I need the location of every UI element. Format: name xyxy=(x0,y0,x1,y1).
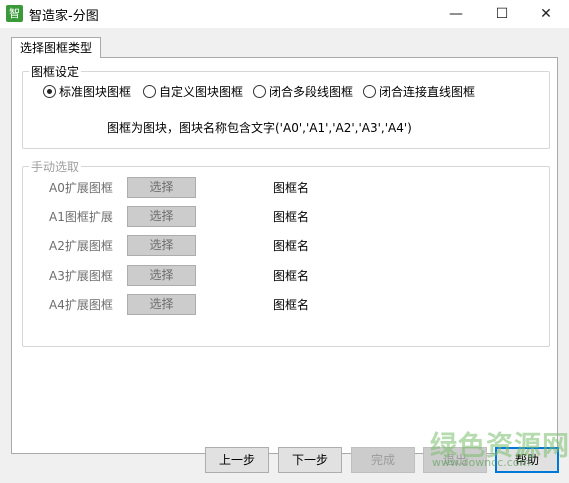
a3-frame-name: 图框名 xyxy=(273,269,310,283)
radio-indicator[interactable] xyxy=(363,84,376,98)
exit-button[interactable]: 退出 xyxy=(423,447,487,473)
frame-hint-text: 图框为图块，图块名称包含文字('A0','A1','A2','A3','A4') xyxy=(107,121,412,135)
a3-frame-label: A3扩展图框 xyxy=(49,269,113,283)
close-button[interactable]: ✕ xyxy=(523,0,569,28)
radio-indicator[interactable] xyxy=(253,84,266,98)
a1-frame-label: A1图框扩展 xyxy=(49,210,113,224)
manual-pick-legend: 手动选取 xyxy=(29,158,82,175)
a4-select-button[interactable]: 选择 xyxy=(127,294,196,315)
window-title: 智造家-分图 xyxy=(29,9,99,24)
a4-frame-label: A4扩展图框 xyxy=(49,298,113,312)
radio-label: 自定义图块图框 xyxy=(159,84,244,99)
manual-pick-group: 手动选取 A0扩展图框 选择 图框名 A1图框扩展 选择 图框名 A2扩展图框 … xyxy=(22,158,550,347)
radio-standard-block-frame[interactable]: 标准图块图框 xyxy=(43,82,131,100)
help-button[interactable]: 帮助 xyxy=(495,447,559,473)
prev-button[interactable]: 上一步 xyxy=(205,447,269,473)
radio-indicator[interactable] xyxy=(143,84,156,98)
a3-select-button[interactable]: 选择 xyxy=(127,265,196,286)
frame-settings-group: 图框设定 标准图块图框 自定义图块图框 闭合多段线图框 闭合连接直线图框 图框为… xyxy=(22,63,550,149)
a1-select-button[interactable]: 选择 xyxy=(127,206,196,227)
app-icon: 智 xyxy=(6,5,23,22)
a1-frame-name: 图框名 xyxy=(273,210,310,224)
radio-custom-block-frame[interactable]: 自定义图块图框 xyxy=(143,82,243,100)
radio-closed-polyline-frame[interactable]: 闭合多段线图框 xyxy=(253,82,353,100)
a2-select-button[interactable]: 选择 xyxy=(127,235,196,256)
tab-panel: 图框设定 标准图块图框 自定义图块图框 闭合多段线图框 闭合连接直线图框 图框为… xyxy=(11,57,558,454)
radio-indicator[interactable] xyxy=(43,84,56,98)
maximize-button[interactable]: ☐ xyxy=(479,0,525,28)
radio-label: 标准图块图框 xyxy=(59,84,132,99)
next-button[interactable]: 下一步 xyxy=(278,447,342,473)
a0-frame-name: 图框名 xyxy=(273,181,310,195)
a2-frame-label: A2扩展图框 xyxy=(49,239,113,253)
a0-frame-label: A0扩展图框 xyxy=(49,181,113,195)
minimize-button[interactable]: — xyxy=(433,0,479,28)
frame-settings-legend: 图框设定 xyxy=(29,63,82,80)
radio-label: 闭合连接直线图框 xyxy=(379,84,476,99)
finish-button[interactable]: 完成 xyxy=(351,447,415,473)
radio-closed-line-frame[interactable]: 闭合连接直线图框 xyxy=(363,82,475,100)
tab-select-frame-type[interactable]: 选择图框类型 xyxy=(11,37,102,58)
a0-select-button[interactable]: 选择 xyxy=(127,177,196,198)
a4-frame-name: 图框名 xyxy=(273,298,310,312)
radio-label: 闭合多段线图框 xyxy=(269,84,354,99)
title-bar: 智 智造家-分图 — ☐ ✕ xyxy=(0,0,569,28)
a2-frame-name: 图框名 xyxy=(273,239,310,253)
dialog-client-area: 选择图框类型 图框设定 标准图块图框 自定义图块图框 闭合多段线图框 闭合连接直… xyxy=(0,28,569,483)
